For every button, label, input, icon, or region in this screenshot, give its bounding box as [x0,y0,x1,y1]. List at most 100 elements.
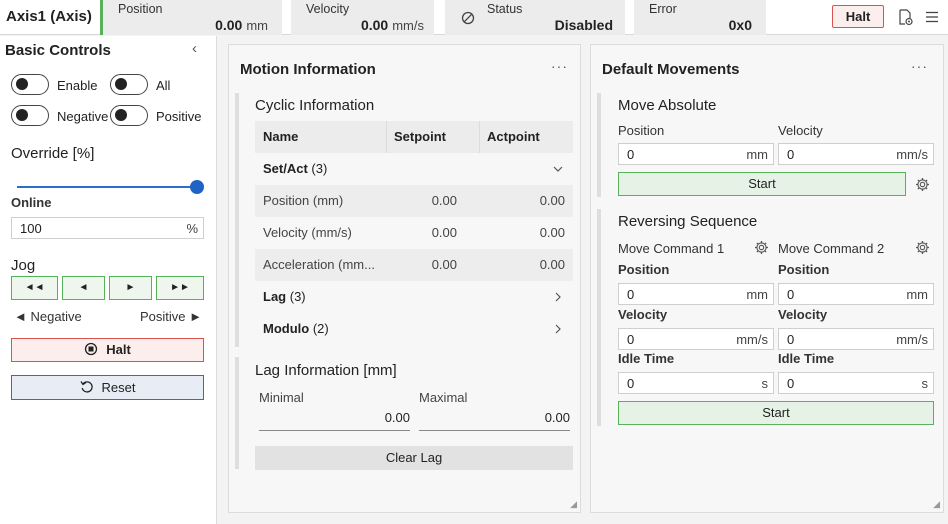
online-value: 100 [20,221,42,236]
move-abs-section-line [597,93,601,197]
cyclic-title: Cyclic Information [255,97,375,114]
basic-controls-sidebar: Basic Controls ‹ Enable All Negative Pos… [0,36,217,524]
column-actpoint: Actpoint [487,129,540,144]
override-slider-track[interactable] [17,186,197,188]
reset-button[interactable]: Reset [11,375,204,400]
rev2-position-input[interactable]: 0 mm [778,283,934,305]
error-label: Error [649,2,677,16]
status-value: Disabled [554,17,613,33]
gear-icon[interactable] [915,240,930,255]
rev2-idle-input[interactable]: 0 s [778,372,934,394]
resize-handle-icon[interactable]: ◢ [570,499,577,510]
move-command-1-label: Move Command 1 [618,241,725,256]
velocity-value: 0.00 [360,17,389,33]
row-setpoint: 0.00 [431,225,457,240]
all-label: All [156,78,171,93]
movements-more-icon[interactable]: ··· [911,58,928,74]
sidebar-title: Basic Controls [5,42,111,59]
lag-title: Lag Information [mm] [255,362,397,379]
rev1-velocity-unit: mm/s [736,332,768,347]
position-label: Position [118,2,163,16]
group-modulo-name: Modulo [263,321,310,336]
maximal-value: 0.00 [544,410,570,425]
resize-handle-icon[interactable]: ◢ [933,499,940,510]
move-abs-velocity-unit: mm/s [896,147,928,162]
axis-title: Axis1 (Axis) [6,8,92,25]
rev1-position-label: Position [618,262,670,277]
halt-label: Halt [106,342,131,357]
jog-negative-button[interactable]: ◄ [62,276,105,300]
rev1-velocity-input[interactable]: 0 mm/s [618,328,774,350]
row-name: Position (mm) [263,193,344,208]
move-abs-velocity-value: 0 [787,147,795,162]
jog-fast-negative-button[interactable]: ◄◄ [11,276,58,300]
row-name: Velocity (mm/s) [263,225,352,240]
table-row: Position (mm) 0.00 0.00 [255,185,573,217]
move-abs-position-input[interactable]: 0 mm [618,143,774,165]
halt-button[interactable]: Halt [11,338,204,362]
minimal-value: 0.00 [384,410,410,425]
positive-toggle[interactable] [110,105,148,126]
clear-lag-button[interactable]: Clear Lag [255,446,573,470]
all-toggle[interactable] [110,74,148,95]
error-value: 0x0 [728,17,752,33]
online-input[interactable]: 100 % [11,217,204,239]
movements-panel-title: Default Movements [602,61,740,78]
rev1-velocity-label: Velocity [618,307,668,322]
column-name: Name [263,129,299,144]
motion-information-panel: Motion Information ··· Cyclic Informatio… [228,44,581,513]
online-label: Online [11,195,52,210]
gear-icon[interactable] [754,240,769,255]
disabled-icon [461,11,475,25]
position-status: Position 0.00 mm [100,0,282,35]
rev2-position-unit: mm [906,287,928,302]
group-setact-count: (3) [311,161,328,176]
jog-fast-positive-button[interactable]: ►► [156,276,204,300]
move-abs-velocity-input[interactable]: 0 mm/s [778,143,934,165]
rev1-idle-label: Idle Time [618,351,675,366]
rev1-position-value: 0 [627,287,635,302]
group-modulo[interactable]: Modulo (2) [255,313,573,345]
halt-button-top[interactable]: Halt [832,5,884,28]
collapse-chevron-icon[interactable]: ‹ [192,40,197,57]
group-setact[interactable]: Set/Act (3) [255,153,573,185]
menu-icon[interactable] [925,11,939,23]
chevron-right-icon [555,324,561,334]
group-modulo-count: (2) [312,321,329,336]
jog-positive-button[interactable]: ► [109,276,152,300]
reset-label: Reset [101,380,136,395]
rev1-position-unit: mm [746,287,768,302]
gear-icon[interactable] [915,177,930,192]
group-lag[interactable]: Lag (3) [255,281,573,313]
row-name: Acceleration (mm... [263,257,375,272]
motion-more-icon[interactable]: ··· [551,58,568,74]
rev1-position-input[interactable]: 0 mm [618,283,774,305]
override-slider-thumb[interactable] [190,180,204,194]
lag-section-line [235,357,239,469]
group-lag-count: (3) [289,289,306,304]
rev2-idle-value: 0 [787,376,795,391]
status-indicator: Status Disabled [445,0,625,35]
rev1-idle-input[interactable]: 0 s [618,372,774,394]
document-settings-icon[interactable] [898,9,913,26]
column-setpoint: Setpoint [394,129,446,144]
table-row: Velocity (mm/s) 0.00 0.00 [255,217,573,249]
negative-toggle[interactable] [11,105,49,126]
rev2-position-value: 0 [787,287,795,302]
reversing-start-button[interactable]: Start [618,401,934,425]
move-abs-start-button[interactable]: Start [618,172,906,196]
rev2-velocity-value: 0 [787,332,795,347]
minimal-value-field: 0.00 [259,405,410,431]
rev2-velocity-input[interactable]: 0 mm/s [778,328,934,350]
rev2-position-label: Position [778,262,830,277]
enable-toggle[interactable] [11,74,49,95]
reset-icon [79,381,93,393]
group-setact-name: Set/Act [263,161,308,176]
reversing-section-line [597,209,601,426]
rev1-idle-unit: s [761,376,769,391]
rev2-idle-unit: s [921,376,929,391]
jog-positive-label: Positive ► [140,309,202,324]
velocity-status: Velocity 0.00 mm/s [291,0,434,35]
row-actpoint: 0.00 [539,257,565,272]
table-row: Acceleration (mm... 0.00 0.00 [255,249,573,281]
